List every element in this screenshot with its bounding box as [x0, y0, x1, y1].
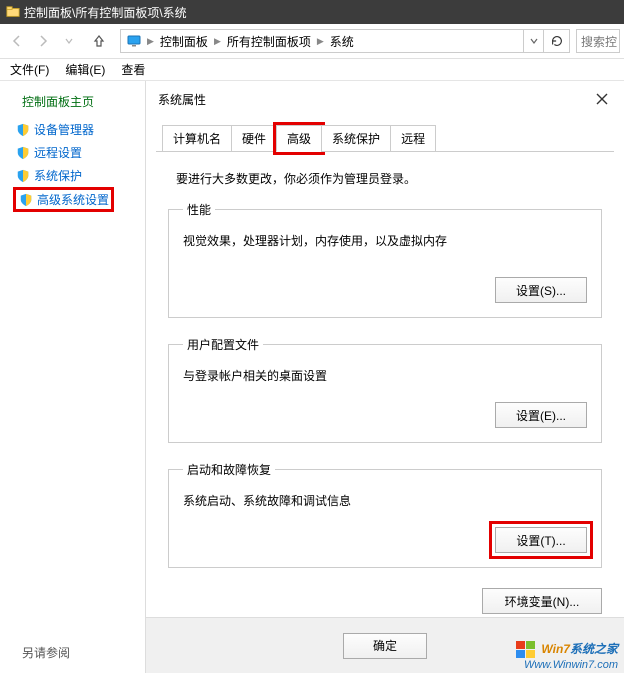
- toolbar: ▶ 控制面板 ▶ 所有控制面板项 ▶ 系统 搜索控: [0, 24, 624, 59]
- sidebar-title[interactable]: 控制面板主页: [0, 93, 145, 118]
- breadcrumb-seg-2[interactable]: 所有控制面板项: [223, 33, 315, 50]
- watermark-brand: Win7系统之家: [541, 638, 618, 657]
- sidebar-item-label: 远程设置: [34, 144, 82, 161]
- group-user-profiles-desc: 与登录帐户相关的桌面设置: [183, 367, 587, 384]
- breadcrumb-dropdown[interactable]: [523, 30, 543, 52]
- recent-dropdown[interactable]: [56, 28, 82, 54]
- tab-hardware[interactable]: 硬件: [231, 125, 277, 152]
- breadcrumb-seg-3[interactable]: 系统: [326, 33, 358, 50]
- monitor-icon: [125, 32, 143, 50]
- sidebar-item-label[interactable]: 高级系统设置: [37, 191, 109, 208]
- watermark: Win7系统之家 Www.Winwin7.com: [516, 638, 618, 671]
- group-user-profiles: 用户配置文件 与登录帐户相关的桌面设置 设置(E)...: [168, 336, 602, 443]
- group-performance-desc: 视觉效果，处理器计划，内存使用，以及虚拟内存: [183, 232, 587, 249]
- shield-icon: [16, 146, 30, 160]
- sidebar-item-remote-settings[interactable]: 远程设置: [0, 141, 145, 164]
- sidebar-item-advanced-system-highlighted: 高级系统设置: [13, 187, 114, 212]
- tabstrip: 计算机名 硬件 高级 系统保护 远程: [146, 125, 624, 152]
- tab-system-protection[interactable]: 系统保护: [321, 125, 391, 152]
- dialog-button-row: 确定 Win7系统之家 Www.Winwin7.com: [146, 617, 624, 673]
- shield-icon: [19, 193, 33, 207]
- search-input[interactable]: 搜索控: [576, 29, 620, 53]
- group-performance-legend: 性能: [183, 201, 215, 218]
- dialog-title: 系统属性: [158, 91, 590, 108]
- sidebar-item-label: 系统保护: [34, 167, 82, 184]
- sidebar-item-device-manager[interactable]: 设备管理器: [0, 118, 145, 141]
- sidebar-item-system-protection[interactable]: 系统保护: [0, 164, 145, 187]
- breadcrumb[interactable]: ▶ 控制面板 ▶ 所有控制面板项 ▶ 系统: [120, 29, 570, 53]
- dialog-titlebar: 系统属性: [146, 81, 624, 117]
- startup-recovery-settings-button[interactable]: 设置(T)...: [495, 527, 587, 553]
- menu-view[interactable]: 查看: [115, 59, 151, 80]
- forward-button[interactable]: [30, 28, 56, 54]
- group-startup-recovery-legend: 启动和故障恢复: [183, 461, 275, 478]
- see-also-label: 另请参阅: [22, 644, 70, 661]
- menu-file[interactable]: 文件(F): [4, 59, 55, 80]
- watermark-url: Www.Winwin7.com: [516, 659, 618, 671]
- sidebar-item-label: 设备管理器: [34, 121, 94, 138]
- user-profiles-settings-button[interactable]: 设置(E)...: [495, 402, 587, 428]
- up-button[interactable]: [86, 28, 112, 54]
- sidebar: 控制面板主页 设备管理器 远程设置 系统保护 高级系统设置 另请参阅: [0, 81, 145, 673]
- shield-icon: [16, 169, 30, 183]
- shield-icon: [16, 123, 30, 137]
- group-user-profiles-legend: 用户配置文件: [183, 336, 263, 353]
- search-placeholder: 搜索控: [581, 33, 617, 50]
- tab-remote[interactable]: 远程: [390, 125, 436, 152]
- group-performance: 性能 视觉效果，处理器计划，内存使用，以及虚拟内存 设置(S)...: [168, 201, 602, 318]
- tab-computer-name[interactable]: 计算机名: [162, 125, 232, 152]
- breadcrumb-seg-1[interactable]: 控制面板: [156, 33, 212, 50]
- address-strip: 控制面板\所有控制面板项\系统: [0, 0, 624, 24]
- close-button[interactable]: [590, 87, 614, 111]
- folder-icon: [6, 5, 20, 19]
- windows-flag-icon: [516, 641, 536, 659]
- admin-note: 要进行大多数更改，你必须作为管理员登录。: [176, 170, 602, 187]
- chevron-right-icon: ▶: [212, 36, 223, 47]
- chevron-right-icon: ▶: [315, 36, 326, 47]
- chevron-right-icon: ▶: [145, 36, 156, 47]
- environment-variables-button[interactable]: 环境变量(N)...: [482, 588, 602, 614]
- menubar: 文件(F) 编辑(E) 查看: [0, 59, 624, 81]
- performance-settings-button[interactable]: 设置(S)...: [495, 277, 587, 303]
- menu-edit[interactable]: 编辑(E): [59, 59, 111, 80]
- refresh-button[interactable]: [543, 30, 569, 52]
- address-strip-text: 控制面板\所有控制面板项\系统: [24, 4, 187, 21]
- dialog-body: 要进行大多数更改，你必须作为管理员登录。 性能 视觉效果，处理器计划，内存使用，…: [146, 152, 624, 617]
- group-startup-recovery-desc: 系统启动、系统故障和调试信息: [183, 492, 587, 509]
- group-startup-recovery: 启动和故障恢复 系统启动、系统故障和调试信息 设置(T)...: [168, 461, 602, 568]
- back-button[interactable]: [4, 28, 30, 54]
- tab-advanced[interactable]: 高级: [276, 125, 322, 152]
- ok-button[interactable]: 确定: [343, 633, 427, 659]
- system-properties-dialog: 系统属性 计算机名 硬件 高级 系统保护 远程 要进行大多数更改，你必须作为管理…: [145, 81, 624, 673]
